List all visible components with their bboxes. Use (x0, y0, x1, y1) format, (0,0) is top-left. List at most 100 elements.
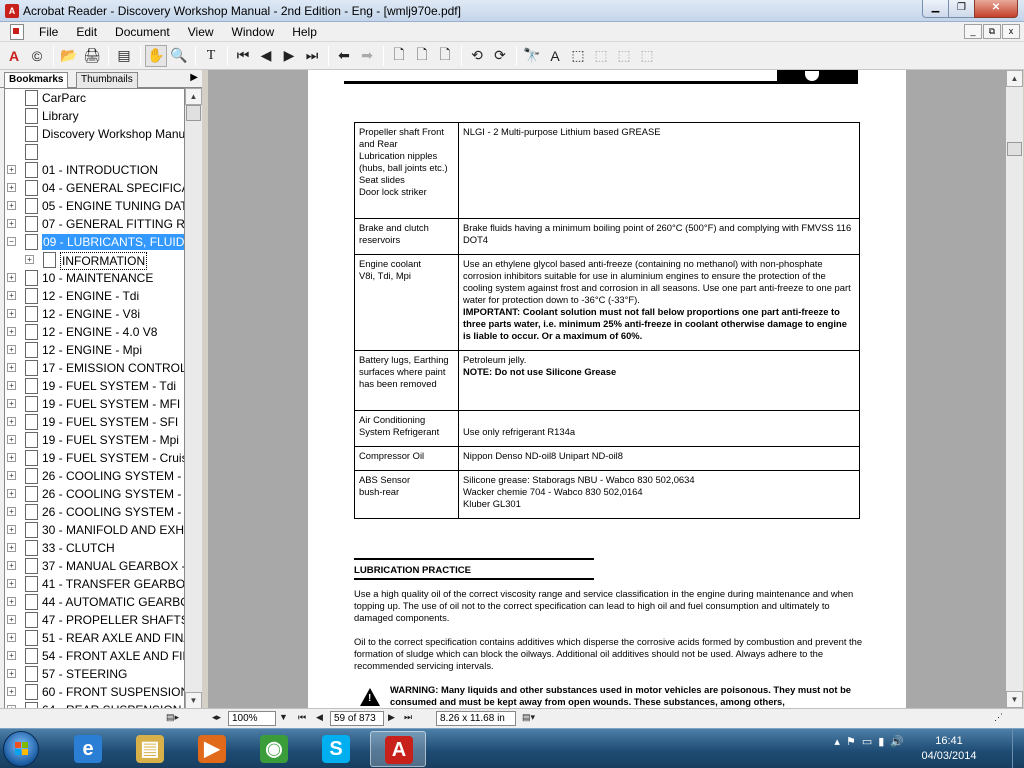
restore-button[interactable]: ❐ (948, 0, 974, 18)
show-desktop-button[interactable] (1012, 729, 1024, 768)
expand-icon[interactable]: + (7, 165, 16, 174)
bookmark-item[interactable]: +19 - FUEL SYSTEM - MFI (5, 395, 184, 413)
rotate-right-icon[interactable]: ⟳ (489, 45, 511, 67)
go-back-icon[interactable]: ⬅ (333, 45, 355, 67)
zoom-tool-icon[interactable]: 🔍 (168, 45, 190, 67)
page-layout-icon[interactable]: ▤▾ (522, 712, 535, 723)
actual-size-icon[interactable]: 🗋 (388, 45, 410, 67)
expand-icon[interactable]: + (7, 579, 16, 588)
search-results-icon[interactable]: ⬚ (567, 45, 589, 67)
scroll-thumb[interactable] (186, 105, 201, 121)
bookmark-item[interactable]: +12 - ENGINE - Mpi (5, 341, 184, 359)
previous-page-icon[interactable]: ◀ (255, 45, 277, 67)
scroll-up-icon[interactable]: ▲ (185, 88, 202, 105)
status-prev-page-icon[interactable]: ◀ (316, 712, 323, 723)
expand-icon[interactable]: + (7, 489, 16, 498)
expand-icon[interactable]: + (25, 255, 34, 264)
bookmark-item[interactable]: +57 - STEERING (5, 665, 184, 683)
expand-icon[interactable]: + (7, 597, 16, 606)
expand-icon[interactable]: + (7, 453, 16, 462)
menu-help[interactable]: Help (283, 25, 326, 39)
bookmark-item[interactable]: +51 - REAR AXLE AND FINA (5, 629, 184, 647)
menu-view[interactable]: View (179, 25, 223, 39)
bookmark-item[interactable]: +33 - CLUTCH (5, 539, 184, 557)
bookmark-item[interactable]: Library (5, 107, 184, 125)
doc-scroll-up-icon[interactable]: ▲ (1006, 70, 1023, 87)
bookmark-item[interactable]: +12 - ENGINE - V8i (5, 305, 184, 323)
taskbar-internet-explorer[interactable]: e (60, 731, 116, 767)
resize-grip-icon[interactable]: ⋰ (994, 712, 1003, 723)
next-page-icon[interactable]: ▶ (278, 45, 300, 67)
bookmark-item[interactable]: +44 - AUTOMATIC GEARBO (5, 593, 184, 611)
bookmark-item[interactable]: +01 - INTRODUCTION (5, 161, 184, 179)
doc-scroll-down-icon[interactable]: ▼ (1006, 691, 1023, 708)
menu-edit[interactable]: Edit (67, 25, 106, 39)
bookmark-item[interactable]: +10 - MAINTENANCE (5, 269, 184, 287)
expand-icon[interactable]: + (7, 615, 16, 624)
expand-icon[interactable]: + (7, 381, 16, 390)
tray-expand-icon[interactable]: ▴ (834, 735, 840, 748)
fit-page-icon[interactable]: 🗋 (411, 45, 433, 67)
taskbar-acrobat-reader[interactable]: A (370, 731, 426, 767)
bookmark-item[interactable]: +19 - FUEL SYSTEM - SFI (5, 413, 184, 431)
expand-icon[interactable]: + (7, 435, 16, 444)
document-control-icon[interactable] (10, 23, 24, 40)
bookmark-item[interactable]: +54 - FRONT AXLE AND FIN (5, 647, 184, 665)
collapse-icon[interactable]: − (7, 237, 16, 246)
tray-volume-icon[interactable]: 🔊 (890, 735, 904, 748)
expand-icon[interactable]: + (7, 309, 16, 318)
fit-width-icon[interactable]: 🗋 (434, 45, 456, 67)
bookmark-item[interactable]: +19 - FUEL SYSTEM - Mpi (5, 431, 184, 449)
doc-minimize-button[interactable]: _ (964, 24, 982, 39)
start-button[interactable] (3, 731, 39, 767)
tab-bookmarks[interactable]: Bookmarks (4, 72, 69, 88)
acrobat-app-icon[interactable]: A (5, 3, 19, 18)
bookmark-item[interactable]: − 09 - LUBRICANTS, FLUIDS (5, 233, 184, 251)
bookmark-item[interactable]: +12 - ENGINE - Tdi (5, 287, 184, 305)
expand-icon[interactable]: + (7, 633, 16, 642)
hand-tool-icon[interactable]: ✋ (145, 44, 167, 67)
bookmark-item[interactable]: +26 - COOLING SYSTEM - M (5, 503, 184, 521)
bookmark-item[interactable]: +04 - GENERAL SPECIFICA (5, 179, 184, 197)
acrobat-online-icon[interactable]: A (3, 45, 25, 67)
taskbar-file-explorer[interactable]: ▤ (122, 731, 178, 767)
pane-menu-arrow-icon[interactable]: ▶ (190, 72, 198, 83)
expand-icon[interactable]: + (7, 471, 16, 480)
expand-icon[interactable]: + (7, 219, 16, 228)
expand-icon[interactable]: + (7, 345, 16, 354)
expand-icon[interactable]: + (7, 543, 16, 552)
expand-icon[interactable]: + (7, 687, 16, 696)
bookmark-item[interactable]: +41 - TRANSFER GEARBOX (5, 575, 184, 593)
bookmark-item[interactable]: +30 - MANIFOLD AND EXHA (5, 521, 184, 539)
clock[interactable]: 16:41 04/03/2014 (914, 734, 984, 764)
doc-close-button[interactable]: x (1002, 24, 1020, 39)
tray-network-icon[interactable]: ▮ (878, 735, 884, 748)
expand-icon[interactable]: + (7, 417, 16, 426)
rotate-left-icon[interactable]: ⟲ (466, 45, 488, 67)
bookmark-item[interactable]: +12 - ENGINE - 4.0 V8 (5, 323, 184, 341)
bookmark-item[interactable]: +05 - ENGINE TUNING DAT (5, 197, 184, 215)
close-button[interactable]: ✕ (974, 0, 1018, 18)
expand-icon[interactable]: + (7, 399, 16, 408)
page-number-field[interactable]: 59 of 873 (330, 711, 384, 726)
taskbar-skype[interactable]: S (308, 731, 364, 767)
expand-icon[interactable]: + (7, 201, 16, 210)
search-icon[interactable]: A (544, 45, 566, 67)
bookmark-item[interactable] (5, 143, 184, 161)
first-page-icon[interactable]: ⏮ (232, 45, 254, 67)
tab-thumbnails[interactable]: Thumbnails (76, 72, 138, 88)
bookmark-item[interactable]: +26 - COOLING SYSTEM - T (5, 467, 184, 485)
next-highlight-icon[interactable]: ⬚ (613, 45, 635, 67)
status-last-page-icon[interactable]: ⏭ (404, 712, 412, 723)
bookmark-item[interactable]: CarParc (5, 89, 184, 107)
status-next-page-icon[interactable]: ▶ (388, 712, 395, 723)
expand-icon[interactable]: + (7, 561, 16, 570)
next-document-icon[interactable]: ⬚ (636, 45, 658, 67)
doc-scroll-thumb[interactable] (1007, 142, 1022, 156)
expand-pane-icon[interactable]: ▤▸ (166, 712, 179, 723)
taskbar-chrome[interactable]: ◉ (246, 731, 302, 767)
zoom-field[interactable]: 100% (228, 711, 276, 726)
expand-icon[interactable]: + (7, 525, 16, 534)
bookmark-item[interactable]: +26 - COOLING SYSTEM - V (5, 485, 184, 503)
go-forward-icon[interactable]: ➡ (356, 45, 378, 67)
